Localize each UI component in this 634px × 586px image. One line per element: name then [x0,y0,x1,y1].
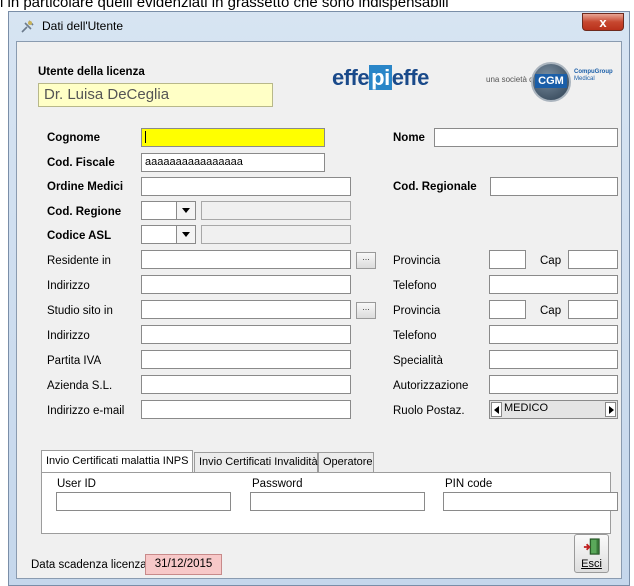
logo-effe-right: effe [391,65,430,90]
provincia-residenza-label: Provincia [393,255,441,267]
expiry-value: 31/12/2015 [145,554,222,575]
specialita-input[interactable] [489,350,618,369]
azienda-input[interactable] [141,375,351,394]
pin-code-label: PIN code [445,478,493,490]
password-label: Password [252,478,303,490]
tab-strip: Invio Certificati malattia INPS Invio Ce… [41,450,611,473]
autorizzazione-label: Autorizzazione [393,380,469,392]
ruolo-value: MEDICO [504,402,548,414]
provincia-residenza-input[interactable] [489,250,526,269]
triangle-left-icon [494,406,499,414]
license-header: Utente della licenza [38,66,145,78]
indirizzo-studio-input[interactable] [141,325,351,344]
nome-label: Nome [393,132,425,144]
cognome-input[interactable] [141,128,325,147]
azienda-label: Azienda S.L. [47,380,113,392]
asl-description-field [201,225,351,244]
cap-studio-input[interactable] [568,300,618,319]
telefono-studio-input[interactable] [489,325,618,344]
indirizzo-residenza-input[interactable] [141,275,351,294]
studio-label: Studio sito in [47,305,113,317]
indirizzo-studio-label: Indirizzo [47,330,90,342]
cgm-text: CGM [535,74,567,88]
chevron-down-icon[interactable] [176,202,195,219]
cap-studio-label: Cap [540,305,562,317]
tab-panel-inps: User ID Password PIN code [41,472,618,534]
chevron-down-icon[interactable] [176,226,195,243]
regione-description-field [201,201,351,220]
cgm-subtitle-2: Medical [574,76,595,82]
specialita-label: Specialità [393,355,443,367]
password-input[interactable] [250,492,425,511]
app-icon [21,20,34,33]
studio-input[interactable] [141,300,351,319]
telefono-residenza-label: Telefono [393,280,437,292]
cognome-label: Cognome [47,132,101,144]
cgm-subtitle-1: CompuGroup [574,69,613,75]
residente-label: Residente in [47,255,111,267]
residente-browse-button[interactable]: ... [356,252,376,269]
cap-residenza-input[interactable] [568,250,618,269]
autorizzazione-input[interactable] [489,375,618,394]
nome-input[interactable] [434,128,618,147]
email-input[interactable] [141,400,351,419]
ruolo-next-button[interactable] [605,402,616,417]
exit-button[interactable]: Esci [574,534,609,573]
provincia-studio-label: Provincia [393,305,441,317]
codice-asl-label: Codice ASL [47,230,112,242]
cap-residenza-label: Cap [540,255,562,267]
codice-fiscale-label: Cod. Fiscale [47,157,115,169]
exit-button-label: Esci [581,558,602,570]
licensed-user-name: Dr. Luisa DeCeglia [38,83,273,107]
triangle-right-icon [609,406,614,414]
codice-regionale-input[interactable] [490,177,618,196]
effepieffe-logo: effepieffe [332,65,429,91]
codice-asl-combo[interactable] [141,225,196,244]
provincia-studio-input[interactable] [489,300,526,319]
codice-regione-label: Cod. Regione [47,206,122,218]
ordine-medici-input[interactable] [141,177,351,196]
logo-pi: pi [369,65,392,90]
codice-fiscale-input[interactable]: aaaaaaaaaaaaaaaa [141,153,325,172]
ruolo-selector[interactable]: MEDICO [489,400,618,419]
logo-effe-left: effe [332,65,370,90]
ruolo-label: Ruolo Postaz. [393,405,465,417]
title-bar[interactable]: Dati dell'Utente x [9,12,629,40]
expiry-label: Data scadenza licenza: [31,559,150,571]
text-caret [145,131,146,144]
user-id-label: User ID [57,478,96,490]
user-data-window: Dati dell'Utente x Utente della licenza … [8,11,630,586]
pin-code-input[interactable] [443,492,618,511]
background-instruction-text: i in particolare quelli evidenziati in g… [0,0,449,10]
indirizzo-residenza-label: Indirizzo [47,280,90,292]
ruolo-prev-button[interactable] [491,402,502,417]
codice-regionale-label: Cod. Regionale [393,181,477,193]
codice-regione-combo[interactable] [141,201,196,220]
partita-iva-input[interactable] [141,350,351,369]
dialog-client-area: Utente della licenza Dr. Luisa DeCeglia … [16,41,622,579]
studio-browse-button[interactable]: ... [356,302,376,319]
exit-door-icon [583,538,600,555]
residente-input[interactable] [141,250,351,269]
window-title: Dati dell'Utente [42,19,123,33]
email-label: Indirizzo e-mail [47,405,125,417]
company-note: una società di [486,75,536,84]
user-id-input[interactable] [56,492,231,511]
telefono-studio-label: Telefono [393,330,437,342]
partita-iva-label: Partita IVA [47,355,102,367]
ordine-medici-label: Ordine Medici [47,181,124,193]
cgm-logo: CGM [531,62,571,102]
close-button[interactable]: x [582,13,624,31]
tab-operatore[interactable]: Operatore [318,452,374,472]
telefono-residenza-input[interactable] [489,275,618,294]
tab-invalidita[interactable]: Invio Certificati Invalidità [194,452,318,472]
tab-inps[interactable]: Invio Certificati malattia INPS [41,450,193,472]
